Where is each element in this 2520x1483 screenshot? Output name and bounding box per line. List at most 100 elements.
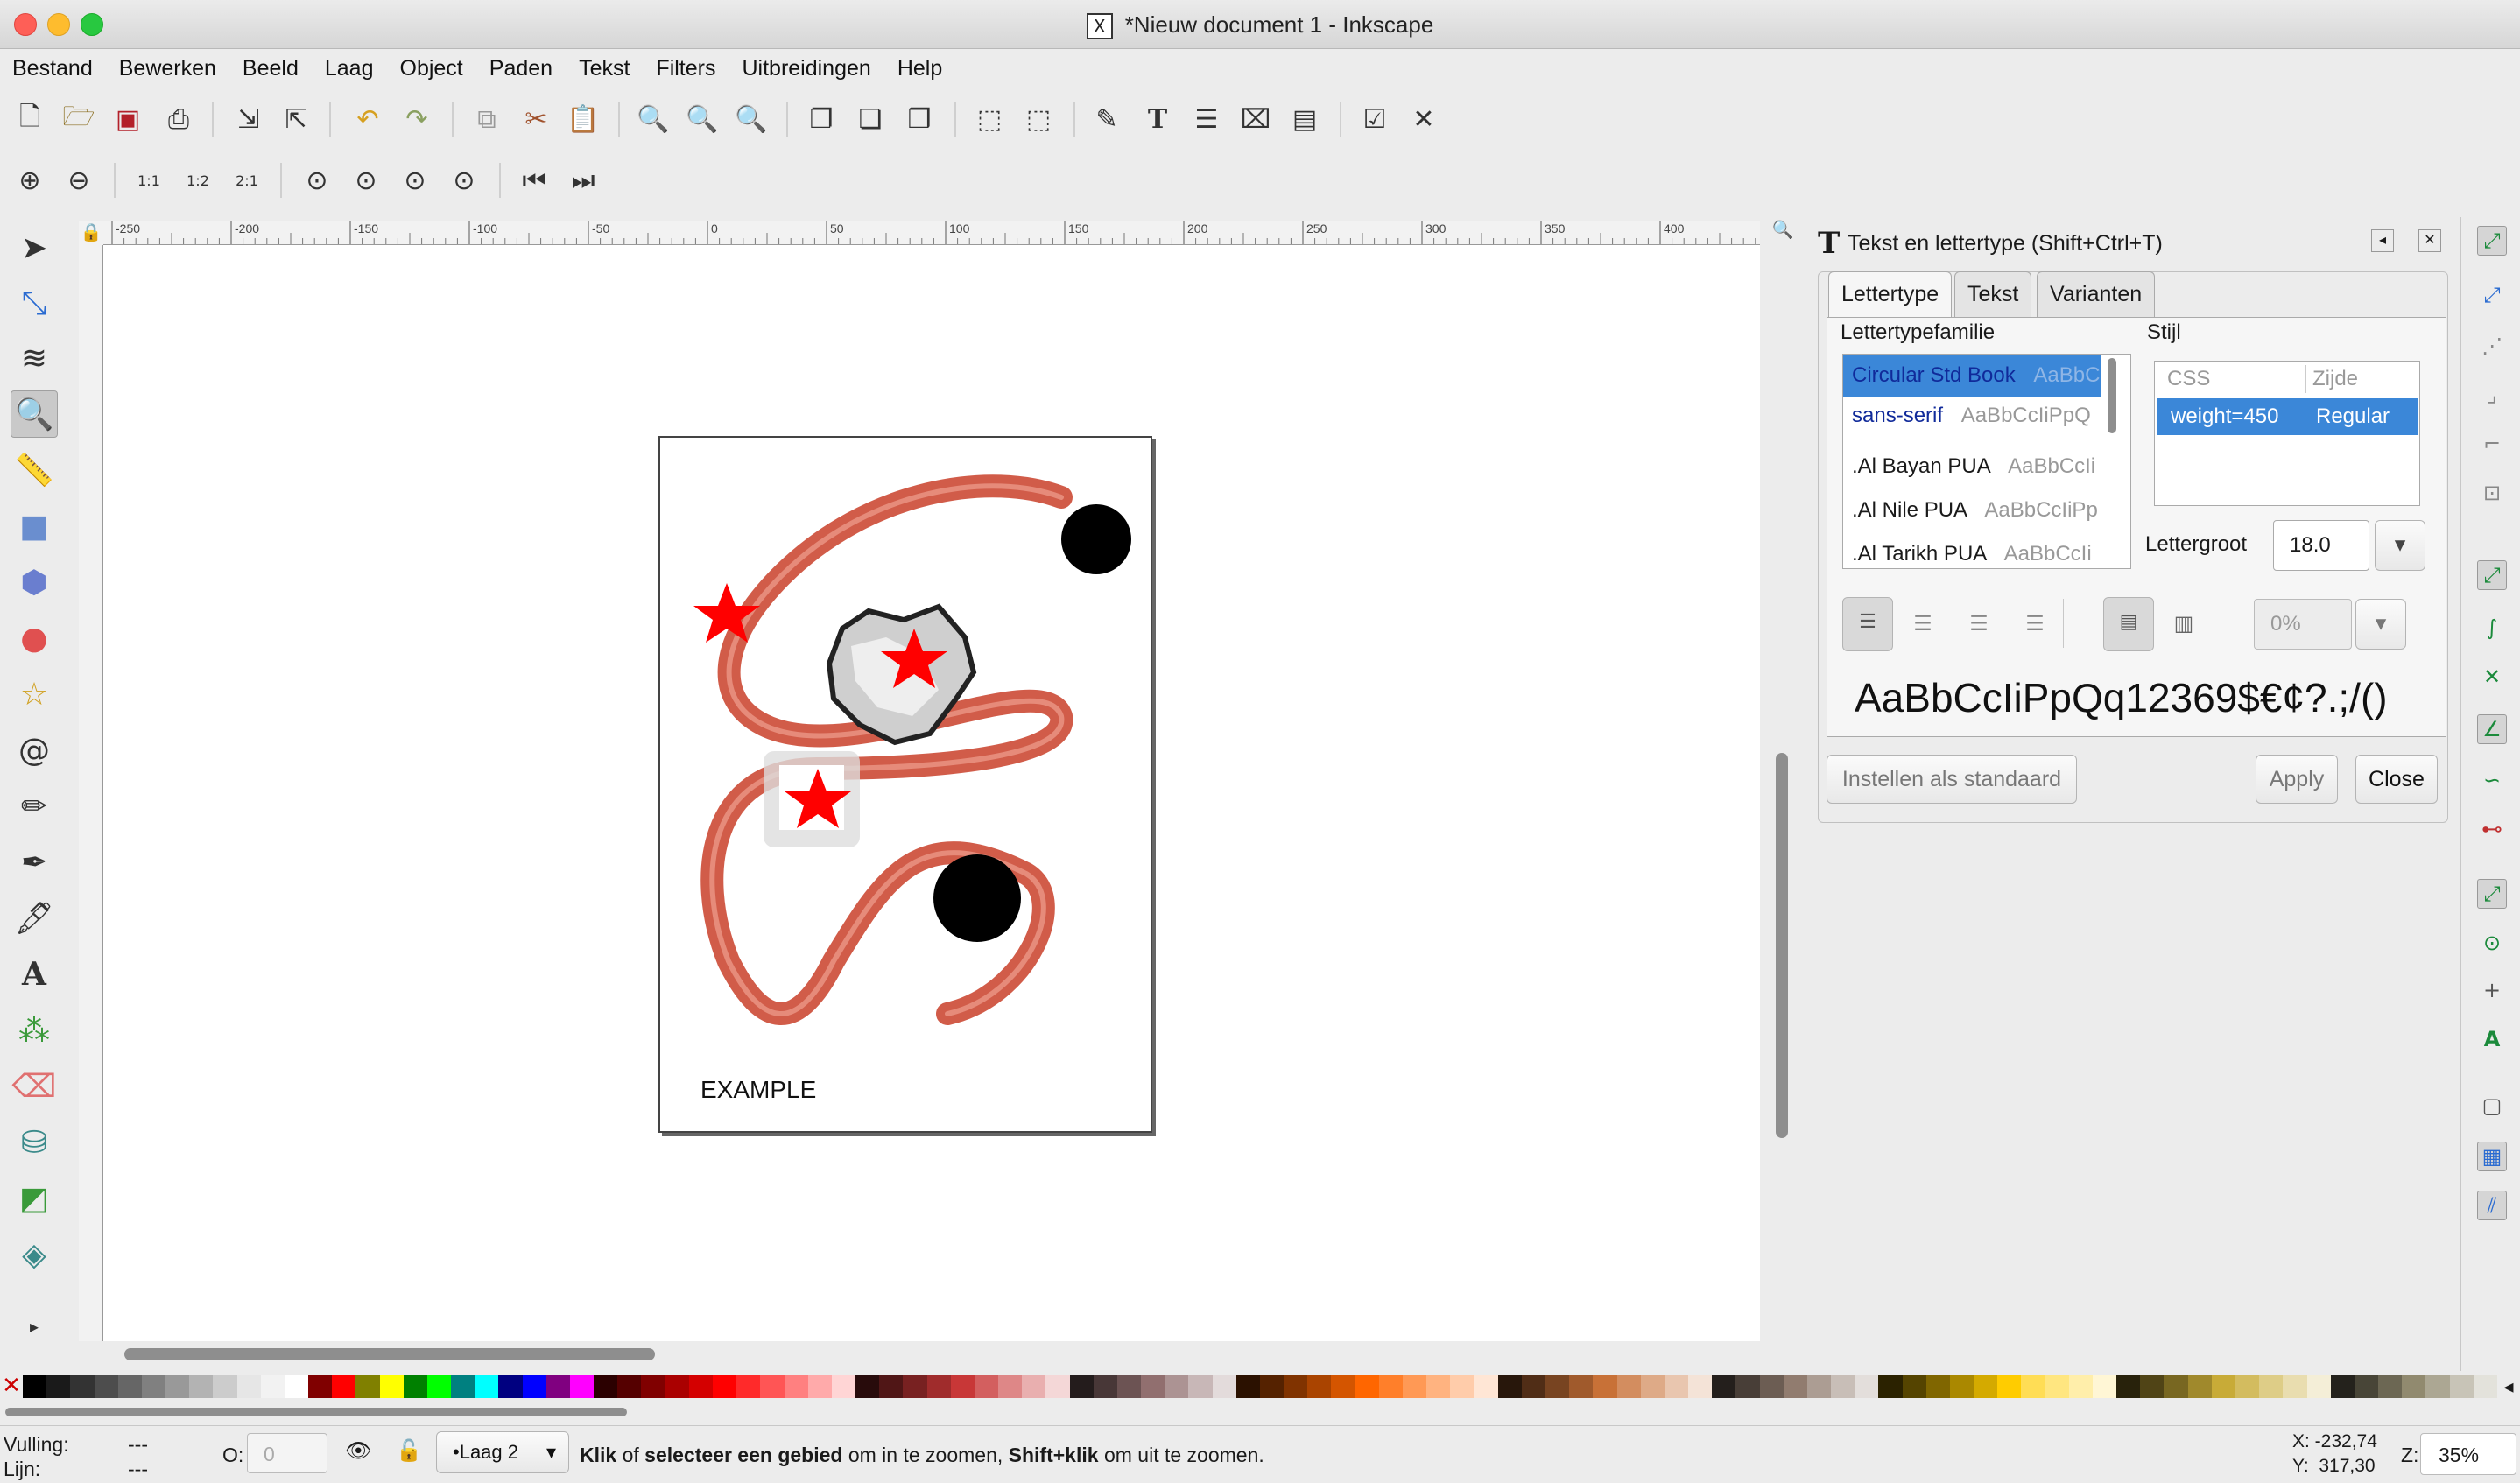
palette-menu-icon[interactable]: ◂ bbox=[2497, 1375, 2520, 1398]
layers-icon[interactable]: ☰ bbox=[1189, 102, 1224, 137]
color-swatch[interactable] bbox=[117, 1375, 142, 1398]
color-swatch[interactable] bbox=[760, 1375, 785, 1398]
zoom-in-icon[interactable]: ⊕ bbox=[12, 163, 47, 198]
xml-icon[interactable]: ⌧ bbox=[1238, 102, 1273, 137]
color-swatch[interactable] bbox=[1783, 1375, 1807, 1398]
zoom-tool-icon[interactable]: 🔍 bbox=[11, 390, 58, 438]
color-swatch[interactable] bbox=[379, 1375, 404, 1398]
color-swatch[interactable] bbox=[2187, 1375, 2212, 1398]
print-icon[interactable]: ⎙ bbox=[161, 102, 196, 137]
zoom-2-1-icon[interactable]: 2:1 bbox=[229, 163, 264, 198]
snap-nodes-icon[interactable]: ⤢ bbox=[2477, 560, 2507, 590]
paste-icon[interactable]: 📋 bbox=[566, 102, 601, 137]
save-icon[interactable]: ▣ bbox=[110, 102, 145, 137]
snap-smooth-nodes-icon[interactable]: ∽ bbox=[2477, 765, 2507, 795]
color-swatch[interactable] bbox=[688, 1375, 713, 1398]
preferences-icon[interactable]: ✕ bbox=[1406, 102, 1441, 137]
color-swatch[interactable] bbox=[1831, 1375, 1855, 1398]
duplicate-icon[interactable]: ❐ bbox=[804, 102, 839, 137]
snap-cusp-nodes-icon[interactable]: ∠ bbox=[2477, 714, 2507, 744]
color-swatch[interactable] bbox=[1521, 1375, 1545, 1398]
fill-value[interactable]: --- bbox=[128, 1433, 148, 1457]
opacity-input[interactable]: 0 bbox=[247, 1433, 327, 1473]
color-swatch[interactable] bbox=[1212, 1375, 1236, 1398]
color-swatch[interactable] bbox=[213, 1375, 237, 1398]
tab-tekst[interactable]: Tekst bbox=[1954, 271, 2032, 317]
snap-bbox-icon[interactable]: ⤢ bbox=[2477, 280, 2507, 310]
snap-path-intersections-icon[interactable]: ✕ bbox=[2477, 662, 2507, 692]
menu-beeld[interactable]: Beeld bbox=[243, 56, 299, 81]
zoom-out-icon[interactable]: ⊖ bbox=[61, 163, 96, 198]
color-swatch[interactable] bbox=[2473, 1375, 2497, 1398]
horizontal-ruler[interactable]: -250 -200 -150 -100 -50 0 50 100 150 200 250 300 350… bbox=[103, 221, 1760, 245]
snap-grids-icon[interactable]: ▦ bbox=[2477, 1142, 2507, 1171]
ungroup-icon[interactable]: ⬚ bbox=[1021, 102, 1056, 137]
color-swatch[interactable] bbox=[831, 1375, 856, 1398]
dialog-collapse-icon[interactable]: ◂ bbox=[2371, 229, 2394, 252]
scroll-thumb[interactable] bbox=[1776, 753, 1788, 1138]
document-properties-icon[interactable]: ☑ bbox=[1357, 102, 1392, 137]
color-swatch[interactable] bbox=[94, 1375, 118, 1398]
color-swatch[interactable] bbox=[2354, 1375, 2379, 1398]
color-swatch[interactable] bbox=[903, 1375, 927, 1398]
color-swatch[interactable] bbox=[355, 1375, 380, 1398]
stroke-value[interactable]: --- bbox=[128, 1458, 148, 1481]
color-swatch[interactable] bbox=[498, 1375, 523, 1398]
color-swatch[interactable] bbox=[236, 1375, 261, 1398]
color-swatch[interactable] bbox=[546, 1375, 570, 1398]
undo-icon[interactable]: ↶ bbox=[350, 102, 385, 137]
color-swatch[interactable] bbox=[1855, 1375, 1879, 1398]
clone-icon[interactable]: ❏ bbox=[853, 102, 888, 137]
align-justify-icon[interactable]: ☰ bbox=[2017, 606, 2052, 641]
color-swatch[interactable] bbox=[1355, 1375, 1379, 1398]
apply-button[interactable]: Apply bbox=[2256, 755, 2338, 804]
line-spacing-input[interactable]: 0% bbox=[2254, 599, 2352, 650]
text-font-icon[interactable]: T bbox=[1140, 102, 1175, 137]
color-swatch[interactable] bbox=[2164, 1375, 2188, 1398]
font-row[interactable]: .Al Tarikh PUA AaBbCcIi bbox=[1843, 533, 2101, 568]
color-swatch[interactable] bbox=[1759, 1375, 1784, 1398]
align-icon[interactable]: ▤ bbox=[1287, 102, 1322, 137]
snap-toggle-icon[interactable]: ⤢ bbox=[2477, 226, 2507, 256]
palette-scrollbar[interactable] bbox=[0, 1404, 2520, 1420]
color-swatch[interactable] bbox=[1593, 1375, 1617, 1398]
color-swatch[interactable] bbox=[1284, 1375, 1308, 1398]
align-right-icon[interactable]: ☰ bbox=[1961, 606, 1996, 641]
zoom-1-1-icon[interactable]: 1:1 bbox=[131, 163, 166, 198]
snap-text-baseline-icon[interactable]: A bbox=[2477, 1024, 2507, 1054]
color-swatch[interactable] bbox=[2259, 1375, 2284, 1398]
font-row[interactable]: .Al Bayan PUA AaBbCcIi bbox=[1843, 446, 2101, 488]
color-swatch[interactable] bbox=[2449, 1375, 2474, 1398]
color-swatch[interactable] bbox=[2425, 1375, 2450, 1398]
color-swatch[interactable] bbox=[1331, 1375, 1355, 1398]
vertical-ruler[interactable] bbox=[79, 245, 103, 1341]
color-swatch[interactable] bbox=[1925, 1375, 1950, 1398]
calligraphy-tool-icon[interactable]: 🖋 bbox=[11, 895, 58, 942]
snap-bbox-center-icon[interactable]: ⊡ bbox=[2477, 478, 2507, 508]
scroll-thumb[interactable] bbox=[124, 1348, 655, 1360]
color-swatch[interactable] bbox=[1569, 1375, 1594, 1398]
color-swatch[interactable] bbox=[712, 1375, 737, 1398]
color-swatch[interactable] bbox=[2402, 1375, 2426, 1398]
color-swatch[interactable] bbox=[1474, 1375, 1498, 1398]
snap-rotation-center-icon[interactable]: + bbox=[2477, 975, 2507, 1005]
color-swatch[interactable] bbox=[1402, 1375, 1427, 1398]
color-swatch[interactable] bbox=[807, 1375, 832, 1398]
color-swatch[interactable] bbox=[1974, 1375, 1998, 1398]
eye-icon[interactable]: 👁 bbox=[345, 1438, 371, 1464]
vertical-scrollbar[interactable] bbox=[1772, 245, 1791, 1341]
color-swatch[interactable] bbox=[46, 1375, 71, 1398]
measure-tool-icon[interactable]: 📏 bbox=[11, 446, 58, 494]
color-swatch[interactable] bbox=[1188, 1375, 1213, 1398]
spray-tool-icon[interactable]: ⁂ bbox=[11, 1007, 58, 1054]
zoom-page-icon[interactable]: 🔍 bbox=[734, 102, 769, 137]
zoom-page-icon[interactable]: ⊙ bbox=[398, 163, 433, 198]
color-swatch[interactable] bbox=[879, 1375, 904, 1398]
color-swatch[interactable] bbox=[426, 1375, 452, 1398]
pen-tool-icon[interactable]: ✒ bbox=[11, 839, 58, 886]
color-swatch[interactable] bbox=[141, 1375, 166, 1398]
color-swatch[interactable] bbox=[2235, 1375, 2260, 1398]
color-swatch[interactable] bbox=[260, 1375, 285, 1398]
color-swatch[interactable] bbox=[950, 1375, 975, 1398]
color-swatch[interactable] bbox=[1497, 1375, 1522, 1398]
